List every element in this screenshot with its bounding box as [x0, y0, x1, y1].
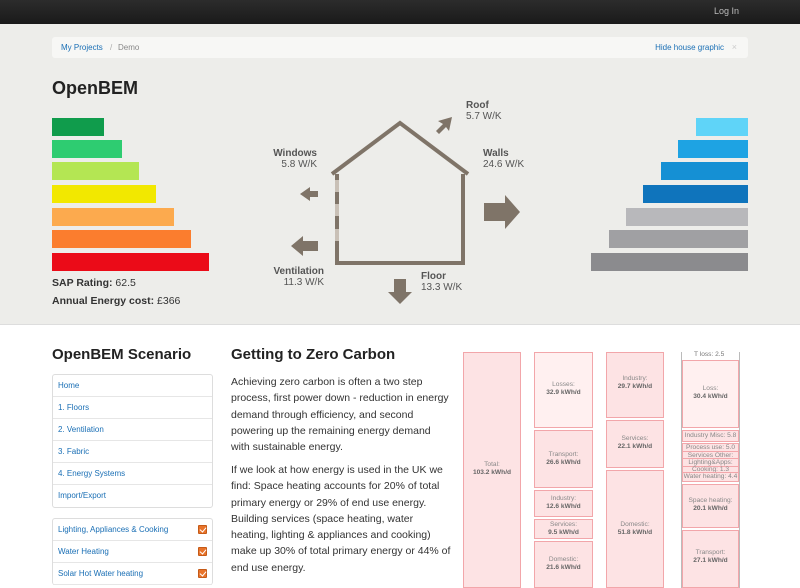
floor-label: Floor 13.3 W/K [421, 271, 463, 293]
water-heating-box: Water heating: 4.4 [682, 472, 739, 482]
t-loss-label: T loss: 2.5 [694, 351, 725, 358]
transport-box: Transport: 26.6 kWh/d [534, 430, 593, 488]
windows-arrow-icon [300, 187, 318, 201]
domestic-box: Domestic: 21.6 kWh/d [534, 541, 593, 588]
login-link[interactable]: Log In [714, 6, 739, 16]
top-navbar: Log In [0, 0, 800, 24]
windows-label: Windows 5.8 W/K [273, 148, 317, 170]
ventilation-arrow-icon [291, 236, 318, 256]
checkbox-checked-icon[interactable] [198, 525, 207, 534]
article-paragraph-1: Achieving zero carbon is often a two ste… [231, 376, 449, 454]
nav-item-home[interactable]: Home [53, 375, 212, 397]
energy-bar-3 [661, 162, 748, 180]
domestic-primary-box: Domestic: 51.8 kWh/d [606, 470, 664, 588]
services-primary-box: Services: 22.1 kWh/d [606, 420, 664, 468]
checkbox-checked-icon[interactable] [198, 569, 207, 578]
energy-bar-7 [591, 253, 748, 271]
space-heating-box: Space heating: 20.1 kWh/d [682, 484, 739, 528]
article-paragraph-2: If we look at how energy is used in the … [231, 464, 451, 574]
checkbox-checked-icon[interactable] [198, 547, 207, 556]
industry-primary-box: Industry: 29.7 kWh/d [606, 352, 664, 418]
services-box: Services: 9.5 kWh/d [534, 519, 593, 539]
nav-item-energy-systems[interactable]: 4. Energy Systems [53, 463, 212, 485]
roof-label: Roof 5.7 W/K [466, 100, 502, 122]
total-box: Total: 103.2 kWh/d [463, 352, 521, 588]
losses-box: Losses: 32.9 kWh/d [534, 352, 593, 428]
energy-bar-5 [626, 208, 748, 226]
nav-item-ventilation[interactable]: 2. Ventilation [53, 419, 212, 441]
roof-arrow-icon [436, 117, 452, 134]
scenario-nav: Home 1. Floors 2. Ventilation 3. Fabric … [52, 374, 213, 508]
measure-label[interactable]: Lighting, Appliances & Cooking [58, 525, 168, 534]
measure-item[interactable]: Solar Hot Water heating [53, 563, 212, 585]
energy-bar-6 [609, 230, 748, 248]
industry-misc-box: Industry Misc: 5.8 [682, 430, 739, 442]
scenario-title: OpenBEM Scenario [52, 346, 192, 363]
window-marker [335, 180, 339, 192]
walls-arrow-icon [484, 195, 520, 229]
window-marker [335, 229, 339, 241]
measure-label[interactable]: Water Heating [58, 547, 109, 556]
end-use-right-line [739, 352, 740, 588]
nav-item-floors[interactable]: 1. Floors [53, 397, 212, 419]
measure-item[interactable]: Water Heating [53, 541, 212, 563]
window-marker [335, 204, 339, 216]
ventilation-label: Ventilation 11.3 W/K [273, 266, 324, 288]
nav-item-import-export[interactable]: Import/Export [53, 485, 212, 507]
main-content: OpenBEM Scenario Home 1. Floors 2. Venti… [0, 326, 800, 588]
measure-label[interactable]: Solar Hot Water heating [58, 569, 143, 578]
transport-end-use-box: Transport: 27.1 kWh/d [682, 530, 739, 588]
energy-bar-2 [678, 140, 748, 158]
industry-box: Industry: 12.6 kWh/d [534, 490, 593, 517]
measure-item[interactable]: Lighting, Appliances & Cooking [53, 519, 212, 541]
house-graphic-panel: My Projects / Demo Hide house graphic × … [0, 24, 800, 325]
article-title: Getting to Zero Carbon [231, 346, 396, 363]
floor-arrow-icon [388, 279, 412, 304]
nav-item-fabric[interactable]: 3. Fabric [53, 441, 212, 463]
energy-bar-1 [696, 118, 748, 136]
walls-label: Walls 24.6 W/K [483, 148, 525, 170]
measures-list: Lighting, Appliances & Cooking Water Hea… [52, 518, 213, 585]
energy-bar-4 [643, 185, 748, 203]
house-outline [330, 120, 470, 265]
loss-box: Loss: 30.4 kWh/d [682, 360, 739, 428]
